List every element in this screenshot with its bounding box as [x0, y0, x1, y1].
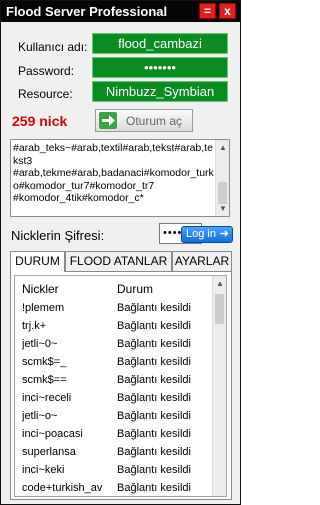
nick-cell: superlansa: [22, 446, 76, 458]
status-cell: Bağlantı kesildi: [117, 374, 191, 386]
password-field[interactable]: •••••••: [92, 57, 228, 78]
nick-list[interactable]: Nickler Durum !plemem Bağlantı kesildi tr…: [14, 275, 227, 497]
status-cell: Bağlantı kesildi: [117, 464, 191, 476]
nick-cell: inci~poacasi: [22, 428, 83, 440]
login-button-label: Oturum aç: [126, 114, 183, 128]
status-cell: Bağlantı kesildi: [117, 410, 191, 422]
minimize-button[interactable]: =: [199, 3, 216, 19]
nick-cell: jetli~0~: [22, 338, 58, 350]
status-cell: Bağlantı kesildi: [117, 356, 191, 368]
tab-panel: Nickler Durum !plemem Bağlantı kesildi tr…: [10, 271, 232, 500]
table-row[interactable]: superlansa Bağlantı kesildi: [15, 444, 215, 462]
close-button[interactable]: x: [219, 3, 236, 19]
username-label: Kullanıcı adı:: [18, 40, 88, 54]
nick-count: 259 nick: [12, 113, 68, 129]
status-cell: Bağlantı kesildi: [117, 320, 191, 332]
nick-cell: code+turkish_av: [22, 482, 103, 494]
arrow-right-icon: ➜: [219, 228, 229, 240]
nick-cell: trj.k+: [22, 320, 47, 332]
log-in-button[interactable]: Log in ➜: [181, 226, 233, 243]
password-label: Password:: [18, 64, 75, 78]
nick-cell: inci~keki: [22, 464, 65, 476]
log-in-label: Log in: [186, 228, 216, 240]
status-cell: Bağlantı kesildi: [117, 482, 191, 494]
table-row[interactable]: inci~receli Bağlantı kesildi: [15, 390, 215, 408]
title-bar[interactable]: Flood Server Professional = x: [1, 1, 240, 22]
table-row[interactable]: inci~poacasi Bağlantı kesildi: [15, 426, 215, 444]
status-cell: Bağlantı kesildi: [117, 392, 191, 404]
scroll-up-icon[interactable]: ▲: [216, 279, 224, 288]
table-row[interactable]: inci~keki Bağlantı kesildi: [15, 462, 215, 480]
list-header: Nickler Durum: [15, 276, 215, 300]
tab-bar: DURUM FLOOD ATANLAR AYARLAR: [10, 251, 232, 272]
arrow-right-icon: [99, 112, 117, 129]
resource-field[interactable]: Nimbuzz_Symbian: [92, 81, 228, 102]
tab-ayarlar[interactable]: AYARLAR: [172, 251, 232, 271]
status-cell: Bağlantı kesildi: [117, 428, 191, 440]
column-nickler[interactable]: Nickler: [22, 282, 59, 296]
rooms-scrollbar[interactable]: ▲ ▼: [215, 140, 229, 216]
resource-label: Resource:: [18, 87, 73, 101]
status-cell: Bağlantı kesildi: [117, 338, 191, 350]
login-button[interactable]: Oturum aç: [95, 109, 193, 132]
username-field[interactable]: flood_cambazi: [92, 33, 228, 54]
table-row[interactable]: trj.k+ Bağlantı kesildi: [15, 318, 215, 336]
rooms-text: #arab_teks~#arab,textil#arab,tekst#arab,…: [13, 142, 214, 205]
scroll-thumb[interactable]: [215, 294, 224, 324]
tab-durum[interactable]: DURUM: [10, 251, 65, 272]
nick-password-label: Nicklerin Şifresi:: [11, 228, 105, 243]
table-row[interactable]: jetli~0~ Bağlantı kesildi: [15, 336, 215, 354]
nick-cell: scmk$=_: [22, 356, 67, 368]
scroll-up-icon[interactable]: ▲: [219, 143, 227, 152]
table-row[interactable]: jetli~o~ Bağlantı kesildi: [15, 408, 215, 426]
scroll-thumb[interactable]: [218, 182, 227, 204]
table-row[interactable]: code+turkish_av Bağlantı kesildi: [15, 480, 215, 496]
rooms-textarea[interactable]: #arab_teks~#arab,textil#arab,tekst#arab,…: [10, 139, 230, 217]
nick-cell: !plemem: [22, 302, 65, 314]
tab-flood-atanlar[interactable]: FLOOD ATANLAR: [65, 251, 172, 271]
nick-cell: inci~receli: [22, 392, 72, 404]
table-row[interactable]: scmk$=_ Bağlantı kesildi: [15, 354, 215, 372]
list-scrollbar[interactable]: ▲: [212, 276, 226, 496]
nick-cell: scmk$==: [22, 374, 67, 386]
table-row[interactable]: scmk$== Bağlantı kesildi: [15, 372, 215, 390]
window-title: Flood Server Professional: [6, 4, 168, 19]
status-cell: Bağlantı kesildi: [117, 302, 191, 314]
scroll-down-icon[interactable]: ▼: [219, 204, 227, 213]
table-row[interactable]: !plemem Bağlantı kesildi: [15, 300, 215, 318]
app-window: Flood Server Professional = x Kullanıcı …: [0, 0, 241, 505]
column-durum[interactable]: Durum: [117, 282, 153, 296]
nick-cell: jetli~o~: [22, 410, 58, 422]
status-cell: Bağlantı kesildi: [117, 446, 191, 458]
